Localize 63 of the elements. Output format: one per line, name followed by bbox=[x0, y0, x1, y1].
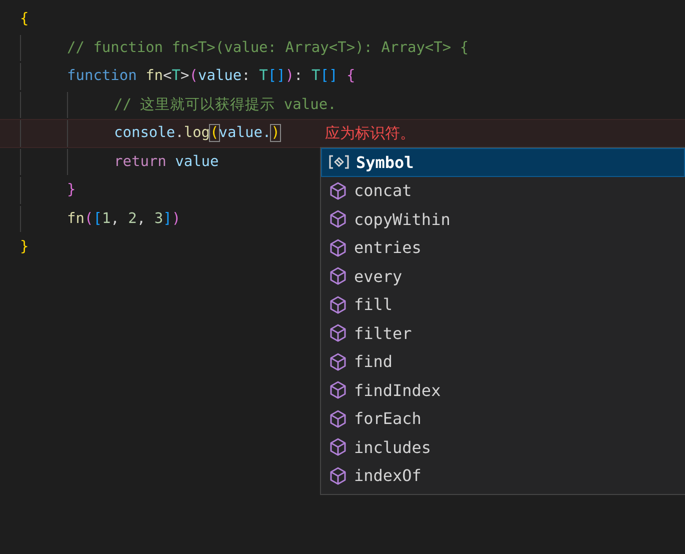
code-token: [] bbox=[268, 68, 286, 84]
cube-icon bbox=[328, 294, 348, 315]
cube-icon bbox=[328, 352, 348, 372]
code-token: } bbox=[67, 182, 76, 198]
code-comment: // 这里就可以获得提示 value. bbox=[114, 96, 336, 114]
suggestion-item[interactable]: includes bbox=[321, 433, 685, 462]
suggestion-item[interactable]: fill bbox=[321, 290, 685, 319]
code-token: fn bbox=[146, 68, 164, 84]
code-token: T bbox=[312, 68, 320, 84]
suggestion-item[interactable]: entries bbox=[321, 234, 685, 262]
code-token: 3 bbox=[154, 210, 164, 227]
code-token: T bbox=[259, 68, 268, 84]
cube-icon bbox=[328, 180, 348, 201]
code-token: value bbox=[198, 68, 242, 84]
code-token: ( bbox=[189, 68, 198, 84]
cube-icon bbox=[328, 380, 348, 400]
code-token: 1 bbox=[102, 210, 111, 227]
code-token: T bbox=[172, 68, 181, 84]
code-token: : bbox=[294, 68, 304, 84]
cube-icon bbox=[328, 408, 348, 429]
code-token: [] bbox=[320, 68, 339, 84]
code-token: , bbox=[136, 210, 147, 227]
cube-icon bbox=[328, 209, 348, 230]
suggestion-item[interactable]: forEach bbox=[321, 404, 685, 433]
code-token: console bbox=[114, 125, 176, 142]
suggestion-item[interactable]: Symbol bbox=[321, 148, 685, 176]
code-token: value. bbox=[218, 125, 272, 142]
code-token: } bbox=[20, 239, 29, 256]
cube-icon bbox=[328, 266, 348, 286]
code-token: ) bbox=[285, 68, 294, 84]
code-token: : bbox=[242, 68, 252, 84]
code-token: return bbox=[114, 154, 168, 170]
code-token: function bbox=[67, 68, 138, 84]
suggestion-item[interactable]: filter bbox=[321, 319, 685, 348]
code-token: { bbox=[20, 11, 29, 28]
code-token: > bbox=[180, 68, 190, 84]
suggestion-item[interactable]: every bbox=[321, 262, 685, 290]
code-token: ] bbox=[163, 210, 172, 227]
cube-icon bbox=[328, 238, 348, 258]
code-token: ( bbox=[210, 125, 219, 142]
suggestion-item[interactable]: copyWithin bbox=[321, 205, 685, 234]
cube-icon bbox=[328, 466, 348, 486]
error-message: 应为标识符。 bbox=[324, 124, 415, 143]
code-token: , bbox=[110, 210, 120, 227]
cube-icon bbox=[328, 323, 348, 344]
code-token: ) bbox=[271, 125, 280, 142]
suggestion-item[interactable]: find bbox=[321, 348, 685, 376]
code-token: . bbox=[175, 125, 184, 142]
code-token: { bbox=[346, 68, 356, 84]
cube-icon bbox=[328, 437, 348, 458]
code-token: 2 bbox=[128, 210, 137, 227]
code-token: fn bbox=[67, 210, 84, 227]
code-token: log bbox=[184, 125, 210, 142]
suggestion-item[interactable]: findIndex bbox=[321, 376, 685, 404]
code-comment: // function fn<T>(value: Array<T>): Array<T> { bbox=[67, 40, 469, 56]
code-token: ( bbox=[84, 210, 94, 227]
variable-icon bbox=[328, 153, 350, 172]
suggestion-item[interactable]: concat bbox=[321, 176, 685, 205]
suggestion-item[interactable]: indexOf bbox=[321, 462, 685, 490]
code-token: ) bbox=[172, 210, 181, 227]
code-token: < bbox=[163, 68, 172, 84]
code-token: value bbox=[175, 154, 219, 170]
code-token: [ bbox=[93, 210, 102, 227]
